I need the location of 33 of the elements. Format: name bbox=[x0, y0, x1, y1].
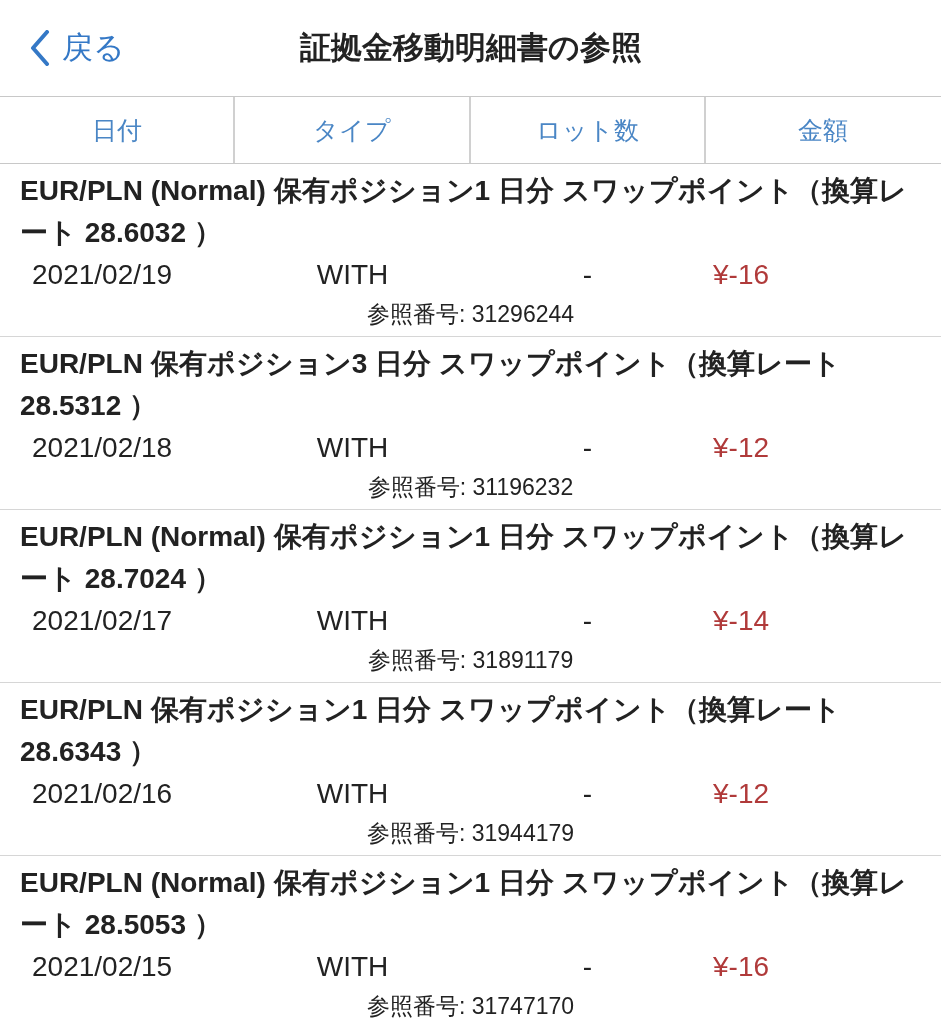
reference-number: 参照番号: 31747170 bbox=[366, 992, 576, 1021]
page-title: 証拠金移動明細書の参照 bbox=[299, 29, 642, 67]
type-text: WITH bbox=[316, 604, 389, 638]
lots-text: - bbox=[582, 777, 593, 811]
reference-number: 参照番号: 31891179 bbox=[367, 646, 575, 675]
lots-text: - bbox=[582, 431, 593, 465]
reference-number: 参照番号: 31196232 bbox=[367, 473, 575, 502]
reference-number: 参照番号: 31296244 bbox=[366, 300, 576, 329]
amount-text: ¥-12 bbox=[712, 777, 770, 811]
amount-text: ¥-12 bbox=[712, 431, 770, 465]
amount-text: ¥-14 bbox=[712, 604, 770, 638]
type-text: WITH bbox=[316, 777, 389, 811]
entry-description: EUR/PLN (Normal) 保有ポジション1 日分 スワップポイント（換算レート 28.5053 ） bbox=[20, 866, 908, 942]
date-text: 2021/02/18 bbox=[31, 431, 173, 465]
lots-text: - bbox=[582, 950, 593, 984]
type-text: WITH bbox=[316, 258, 389, 292]
date-text: 2021/02/17 bbox=[31, 604, 173, 638]
lots-text: - bbox=[582, 604, 593, 638]
back-button[interactable]: 戻る bbox=[0, 27, 125, 69]
entry-description: EUR/PLN 保有ポジション3 日分 スワップポイント（換算レート 28.5312 ） bbox=[20, 347, 842, 423]
date-text: 2021/02/16 bbox=[31, 777, 173, 811]
chevron-left-icon bbox=[30, 30, 50, 66]
amount-text: ¥-16 bbox=[712, 950, 770, 984]
type-text: WITH bbox=[316, 950, 389, 984]
entry-description: EUR/PLN (Normal) 保有ポジション1 日分 スワップポイント（換算レート 28.6032 ） bbox=[20, 174, 908, 250]
lots-text: - bbox=[582, 258, 593, 292]
date-text: 2021/02/19 bbox=[31, 258, 173, 292]
date-text: 2021/02/15 bbox=[31, 950, 173, 984]
entry-description: EUR/PLN (Normal) 保有ポジション1 日分 スワップポイント（換算レート 28.7024 ） bbox=[20, 520, 908, 596]
reference-number: 参照番号: 31944179 bbox=[366, 819, 576, 848]
amount-text: ¥-16 bbox=[712, 258, 770, 292]
type-text: WITH bbox=[316, 431, 389, 465]
entry-description: EUR/PLN 保有ポジション1 日分 スワップポイント（換算レート 28.6343 ） bbox=[20, 693, 842, 769]
